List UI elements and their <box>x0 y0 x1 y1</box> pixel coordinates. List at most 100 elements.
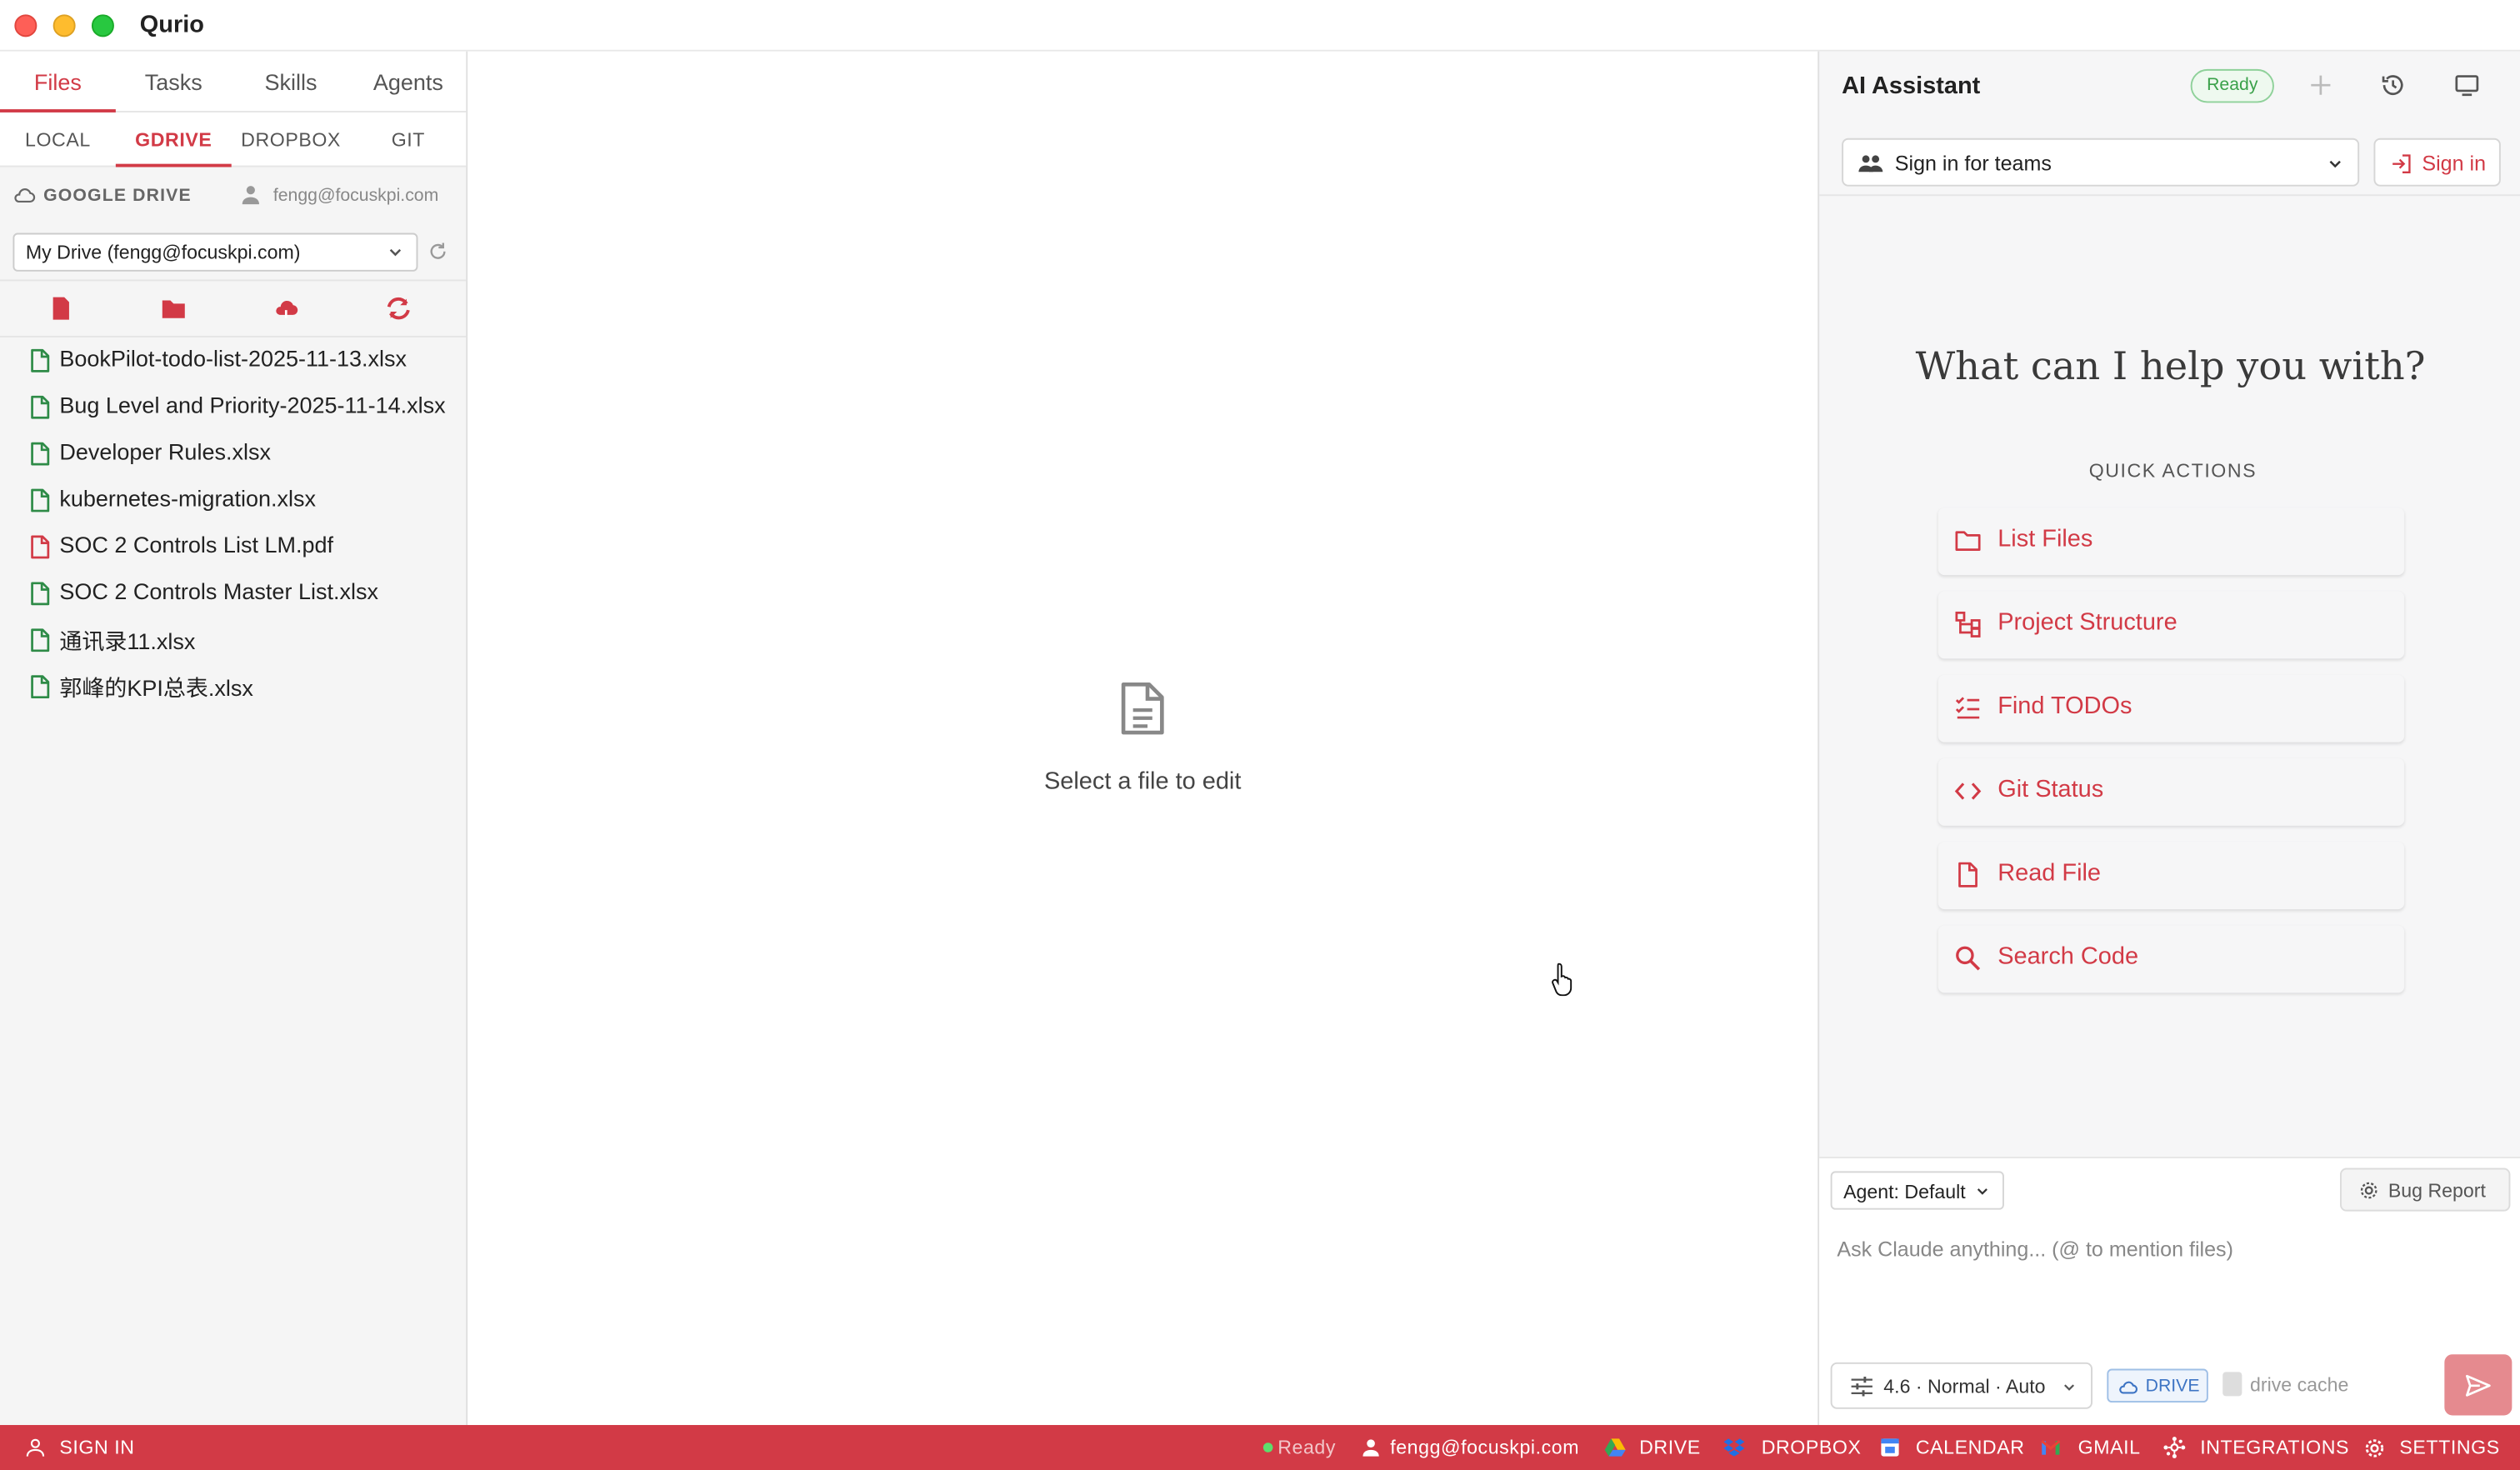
file-list-item[interactable]: SOC 2 Controls Master List.xlsx <box>0 570 466 617</box>
sidebar: Files Tasks Skills Agents LOCAL GDRIVE D… <box>0 51 468 1426</box>
sign-in-label: Sign in <box>2422 151 2487 176</box>
quick-action-list-files[interactable]: List Files <box>1938 508 2405 576</box>
tab-agents[interactable]: Agents <box>350 52 466 112</box>
source-tab-dropbox[interactable]: DROPBOX <box>233 112 349 168</box>
quick-action-read-file[interactable]: Read File <box>1938 842 2405 910</box>
gear-icon <box>2360 1182 2378 1199</box>
cloud-icon <box>2119 1381 2138 1394</box>
chevron-down-icon <box>389 248 402 257</box>
user-icon <box>26 1438 45 1457</box>
empty-editor-text: Select a file to edit <box>1043 768 1242 796</box>
quick-action-label: Git Status <box>1998 776 2104 803</box>
file-name: SOC 2 Controls List LM.pdf <box>59 532 333 558</box>
status-integrations[interactable]: INTEGRATIONS <box>2163 1425 2348 1470</box>
sliders-icon <box>1851 1377 1872 1397</box>
team-icon <box>1858 155 1883 172</box>
minimize-window-button[interactable] <box>52 14 76 38</box>
file-name: 通讯录11.xlsx <box>59 628 196 654</box>
drive-context-chip[interactable]: DRIVE <box>2107 1368 2208 1403</box>
agent-select-value: Agent: Default <box>1843 1180 1966 1203</box>
tab-files[interactable]: Files <box>0 52 116 112</box>
close-window-button[interactable] <box>14 14 38 38</box>
status-badge: Ready <box>2190 68 2274 103</box>
bug-report-button[interactable]: Bug Report <box>2339 1168 2511 1212</box>
status-settings[interactable]: SETTINGS <box>2364 1425 2509 1470</box>
status-sign-in-label: SIGN IN <box>59 1436 135 1459</box>
drive-chip-label: DRIVE <box>2145 1377 2200 1397</box>
file-list-item[interactable]: SOC 2 Controls List LM.pdf <box>0 523 466 570</box>
file-name: BookPilot-todo-list-2025-11-13.xlsx <box>59 345 408 372</box>
status-user[interactable]: fengg@focuskpi.com <box>1361 1425 1586 1470</box>
drive-header: GOOGLE DRIVE fengg@focuskpi.com <box>0 167 466 224</box>
quick-action-find-todos[interactable]: Find TODOs <box>1938 674 2405 742</box>
code-icon <box>1954 782 1982 800</box>
file-list-item[interactable]: Developer Rules.xlsx <box>0 431 466 478</box>
quick-action-search-code[interactable]: Search Code <box>1938 925 2405 993</box>
status-gmail[interactable]: GMAIL <box>2041 1425 2147 1470</box>
google-drive-icon <box>1604 1438 1626 1457</box>
quick-actions-label: QUICK ACTIONS <box>2088 459 2258 482</box>
quick-action-label: Read File <box>1998 859 2102 888</box>
new-folder-icon[interactable] <box>161 296 187 322</box>
file-list-item[interactable]: Bug Level and Priority-2025-11-14.xlsx <box>0 384 466 431</box>
source-tab-git[interactable]: GIT <box>350 112 466 168</box>
login-icon <box>2392 154 2411 173</box>
status-integrations-label: INTEGRATIONS <box>2200 1436 2350 1459</box>
drive-select[interactable]: My Drive (fengg@focuskpi.com) <box>12 232 418 272</box>
file-toolbar <box>0 279 467 338</box>
file-list-item[interactable]: 通讯录11.xlsx <box>0 617 466 663</box>
quick-action-label: List Files <box>1998 525 2093 553</box>
chat-input[interactable]: Ask Claude anything... (@ to mention fil… <box>1837 1237 2233 1261</box>
checklist-icon <box>1955 697 1980 719</box>
chat-composer: Agent: Default Bug Report Ask Claude any… <box>1819 1157 2520 1426</box>
sync-icon[interactable] <box>386 296 412 322</box>
tab-skills[interactable]: Skills <box>233 52 349 112</box>
chevron-down-icon <box>2064 1384 2075 1391</box>
send-icon <box>2466 1374 2491 1397</box>
tab-tasks[interactable]: Tasks <box>116 52 232 112</box>
hierarchy-icon <box>1955 611 1981 638</box>
cloud-icon <box>14 188 36 203</box>
cloud-upload-icon[interactable] <box>273 296 299 322</box>
quick-action-project-structure[interactable]: Project Structure <box>1938 591 2405 659</box>
team-select[interactable]: Sign in for teams <box>1842 138 2360 187</box>
file-icon <box>1958 862 1978 888</box>
history-icon[interactable] <box>2380 72 2406 98</box>
ready-indicator <box>1262 1442 1273 1452</box>
calendar-icon <box>1881 1438 1899 1457</box>
status-drive[interactable]: DRIVE <box>1604 1425 1704 1470</box>
maximize-window-button[interactable] <box>91 14 114 38</box>
file-list-item[interactable]: kubernetes-migration.xlsx <box>0 478 466 524</box>
ai-assistant-panel: AI Assistant Ready Sign in for teams Sig… <box>1818 51 2520 1426</box>
drive-user-email: fengg@focuskpi.com <box>272 186 439 206</box>
bug-report-label: Bug Report <box>2388 1179 2486 1202</box>
integrations-icon <box>2163 1437 2186 1458</box>
refresh-icon[interactable] <box>428 241 448 262</box>
send-button[interactable] <box>2444 1354 2512 1416</box>
model-select[interactable]: 4.6 · Normal · Auto <box>1830 1362 2092 1409</box>
display-icon[interactable] <box>2454 72 2480 98</box>
new-file-icon[interactable] <box>48 296 74 322</box>
agent-select[interactable]: Agent: Default <box>1830 1171 2004 1210</box>
file-list-item[interactable]: 郭峰的KPI总表.xlsx <box>0 663 466 710</box>
status-bar: SIGN IN Ready fengg@focuskpi.com DRIVE D… <box>0 1425 2520 1470</box>
file-list-item[interactable]: BookPilot-todo-list-2025-11-13.xlsx <box>0 338 466 384</box>
sign-in-button[interactable]: Sign in <box>2373 138 2501 187</box>
status-dropbox[interactable]: DROPBOX <box>1722 1425 1861 1470</box>
model-select-value: 4.6 · Normal · Auto <box>1883 1375 2046 1398</box>
quick-action-git-status[interactable]: Git Status <box>1938 758 2405 826</box>
app-window: Qurio Files Tasks Skills Agents LOCAL GD… <box>0 0 2520 1470</box>
document-icon <box>1121 682 1164 735</box>
status-calendar[interactable]: CALENDAR <box>1880 1425 2025 1470</box>
spreadsheet-file-icon <box>31 628 50 652</box>
folder-icon <box>1955 531 1981 552</box>
gear-icon <box>2365 1439 2384 1458</box>
source-tab-local[interactable]: LOCAL <box>0 112 116 168</box>
help-title: What can I help you with? <box>1915 343 2426 389</box>
status-sign-in[interactable]: SIGN IN <box>22 1425 151 1470</box>
new-chat-icon[interactable] <box>2308 72 2333 98</box>
editor-area: Select a file to edit <box>468 51 1818 1426</box>
source-tab-gdrive[interactable]: GDRIVE <box>115 112 232 168</box>
drive-select-value: My Drive (fengg@focuskpi.com) <box>25 241 301 264</box>
divider <box>1819 194 2520 197</box>
